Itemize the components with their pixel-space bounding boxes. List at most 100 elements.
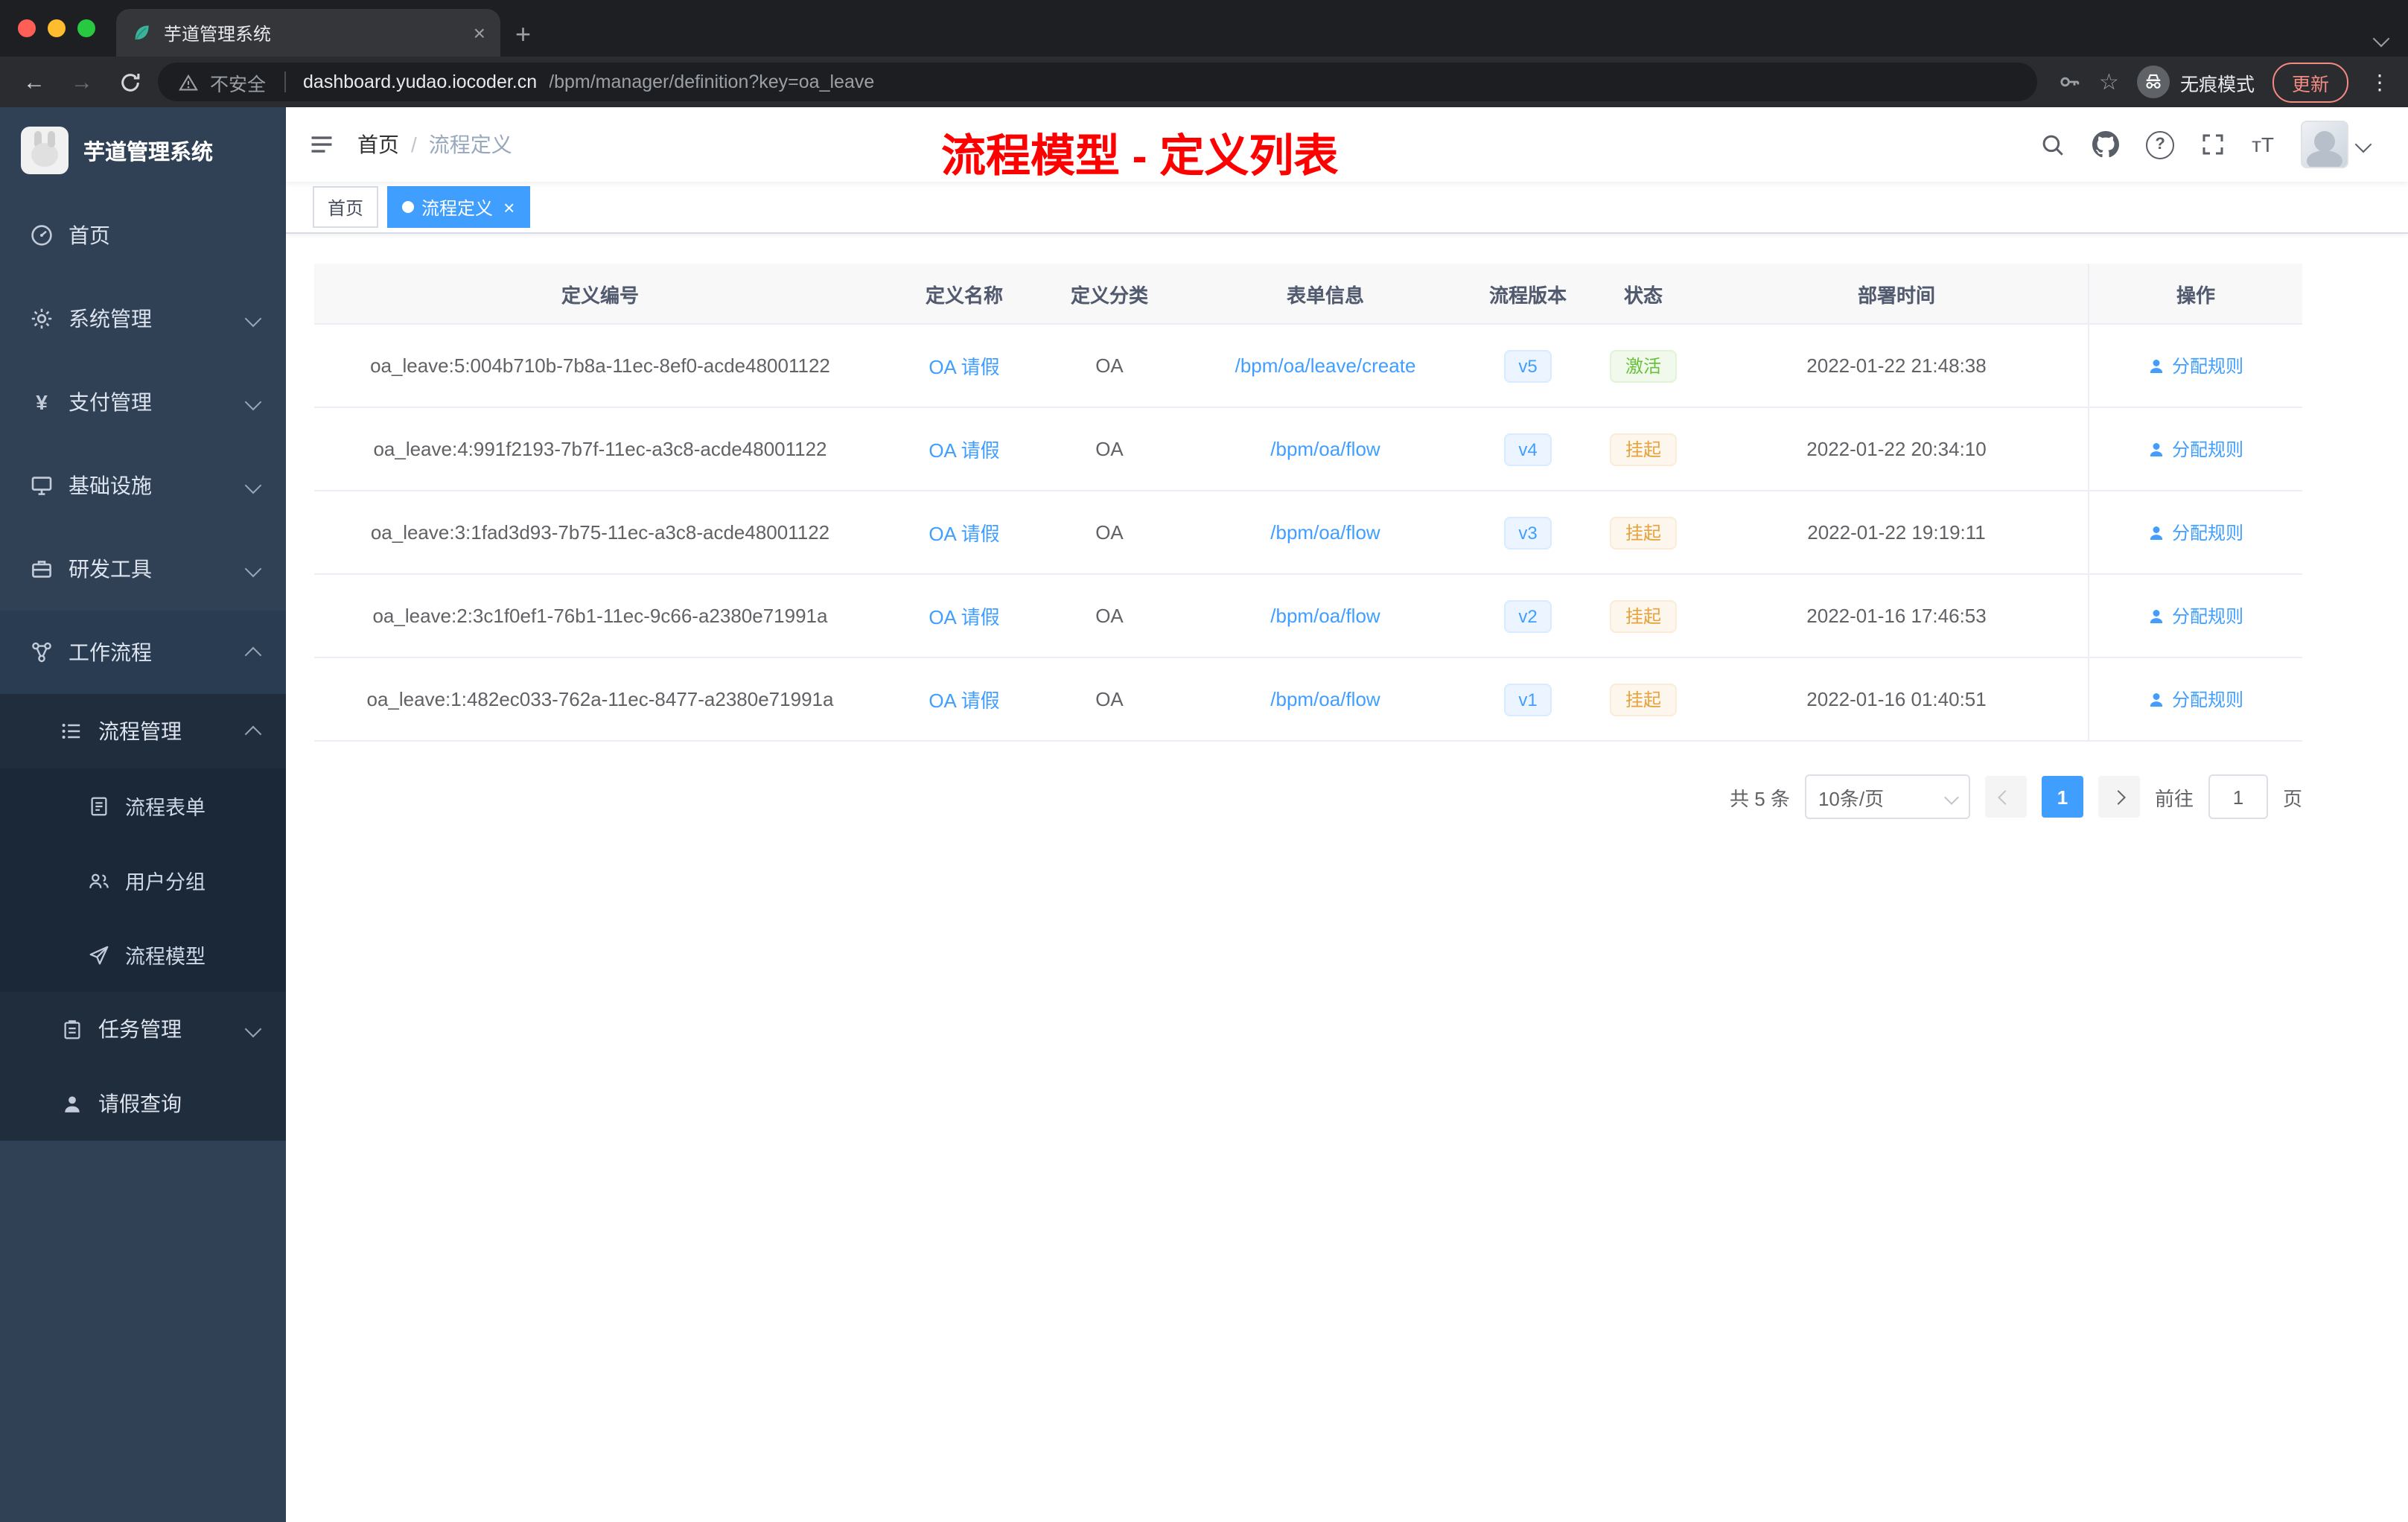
sidebar-item-label: 工作流程 xyxy=(69,640,152,664)
prev-page-button[interactable] xyxy=(1984,776,2027,818)
table-row: oa_leave:5:004b710b-7b8a-11ec-8ef0-acde4… xyxy=(314,325,2302,408)
cell-form-link[interactable]: /bpm/oa/flow xyxy=(1176,688,1474,710)
definition-table: 定义编号 定义名称 定义分类 表单信息 流程版本 状态 部署时间 操作 oa_l… xyxy=(314,264,2302,742)
cell-definition-id: oa_leave:2:3c1f0ef1-76b1-11ec-9c66-a2380… xyxy=(372,605,828,627)
assign-rule-button[interactable]: 分配规则 xyxy=(2148,603,2243,628)
cell-form-link[interactable]: /bpm/oa/flow xyxy=(1176,521,1474,544)
cell-category: OA xyxy=(1095,521,1124,544)
person-icon xyxy=(2150,442,2164,456)
sidebar-item-infra[interactable]: 基础设施 xyxy=(0,444,286,527)
sidebar-item-user-group[interactable]: 用户分组 xyxy=(0,843,286,917)
breadcrumb-home[interactable]: 首页 xyxy=(357,130,399,159)
cell-definition-name[interactable]: OA 请假 xyxy=(886,518,1042,547)
tag-close-icon[interactable]: × xyxy=(503,196,515,218)
cell-definition-name[interactable]: OA 请假 xyxy=(886,351,1042,380)
tag-home[interactable]: 首页 xyxy=(313,186,379,228)
zoom-window-button[interactable] xyxy=(77,19,95,37)
tab-strip: 芋道管理系统 × + xyxy=(0,0,2408,57)
breadcrumb-separator: / xyxy=(411,133,417,156)
sidebar-item-process-management[interactable]: 流程管理 xyxy=(0,694,286,768)
update-button[interactable]: 更新 xyxy=(2272,62,2348,102)
cell-definition-id: oa_leave:4:991f2193-7b7f-11ec-a3c8-acde4… xyxy=(373,438,827,460)
chevron-down-icon xyxy=(2354,136,2372,153)
cell-definition-id: oa_leave:3:1fad3d93-7b75-11ec-a3c8-acde4… xyxy=(370,521,830,544)
minimize-window-button[interactable] xyxy=(48,19,66,37)
hamburger-icon[interactable] xyxy=(286,131,357,158)
incognito-icon xyxy=(2136,66,2170,98)
key-icon[interactable] xyxy=(2057,70,2081,94)
chevron-right-icon xyxy=(2112,789,2127,804)
chevron-down-icon xyxy=(244,560,262,578)
cell-category: OA xyxy=(1095,438,1124,460)
page-number-button[interactable]: 1 xyxy=(2041,776,2083,818)
col-actions: 操作 xyxy=(2088,264,2302,323)
security-label: 不安全 xyxy=(210,74,267,95)
sidebar-item-process-form[interactable]: 流程表单 xyxy=(0,768,286,843)
sidebar-item-home[interactable]: 首页 xyxy=(0,194,286,277)
col-form-info: 表单信息 xyxy=(1286,284,1364,306)
chevron-left-icon xyxy=(1998,789,2013,804)
sidebar-item-payment[interactable]: ¥ 支付管理 xyxy=(0,360,286,444)
assign-rule-button[interactable]: 分配规则 xyxy=(2148,520,2243,545)
new-tab-button[interactable]: + xyxy=(515,19,531,51)
sidebar-item-system[interactable]: 系统管理 xyxy=(0,277,286,360)
assign-rule-button[interactable]: 分配规则 xyxy=(2148,687,2243,712)
sidebar-item-devtools[interactable]: 研发工具 xyxy=(0,527,286,611)
bookmark-star-icon[interactable]: ☆ xyxy=(2099,69,2119,95)
cell-form-link[interactable]: /bpm/oa/leave/create xyxy=(1176,354,1474,377)
assign-rule-button[interactable]: 分配规则 xyxy=(2148,353,2243,378)
yen-icon: ¥ xyxy=(36,390,48,414)
cell-deploy-time: 2022-01-16 01:40:51 xyxy=(1806,688,1987,710)
toolbar-right: ☆ 无痕模式 更新 ⋮ xyxy=(2045,62,2393,102)
send-icon xyxy=(86,943,110,967)
github-icon[interactable] xyxy=(2092,131,2120,158)
assign-rule-button[interactable]: 分配规则 xyxy=(2148,436,2243,462)
traffic-lights xyxy=(0,0,116,57)
person-icon xyxy=(2150,526,2164,539)
table-row: oa_leave:3:1fad3d93-7b75-11ec-a3c8-acde4… xyxy=(314,491,2302,575)
list-icon xyxy=(60,719,83,743)
sidebar-item-process-model[interactable]: 流程模型 xyxy=(0,917,286,992)
clipboard-icon xyxy=(60,1017,83,1041)
browser-menu-icon[interactable]: ⋮ xyxy=(2366,69,2393,95)
dashboard-icon xyxy=(30,223,54,247)
cell-definition-name[interactable]: OA 请假 xyxy=(886,685,1042,713)
sidebar-item-label: 流程表单 xyxy=(125,797,206,819)
back-icon[interactable]: ← xyxy=(15,69,54,95)
sidebar-item-leave-query[interactable]: 请假查询 xyxy=(0,1066,286,1141)
sidebar-item-task-management[interactable]: 任务管理 xyxy=(0,992,286,1066)
address-bar[interactable]: 不安全 dashboard.yudao.iocoder.cn/bpm/manag… xyxy=(158,63,2037,101)
version-tag: v2 xyxy=(1503,599,1552,632)
col-definition-id: 定义编号 xyxy=(561,284,639,306)
user-menu[interactable] xyxy=(2301,121,2372,168)
status-badge: 挂起 xyxy=(1610,433,1676,465)
cell-definition-name[interactable]: OA 请假 xyxy=(886,435,1042,463)
action-label: 分配规则 xyxy=(2171,439,2243,460)
reload-icon[interactable] xyxy=(110,71,149,93)
page-size-select[interactable]: 10条/页 xyxy=(1804,774,1970,819)
next-page-button[interactable] xyxy=(2098,776,2140,818)
goto-page-input[interactable] xyxy=(2208,774,2268,819)
text-size-icon[interactable]: тT xyxy=(2252,133,2274,156)
sidebar-item-workflow[interactable]: 工作流程 xyxy=(0,611,286,694)
browser-tab[interactable]: 芋道管理系统 × xyxy=(116,9,500,57)
tab-close-icon[interactable]: × xyxy=(474,21,485,45)
cell-form-link[interactable]: /bpm/oa/flow xyxy=(1176,438,1474,460)
cell-form-link[interactable]: /bpm/oa/flow xyxy=(1176,605,1474,627)
chevron-up-icon xyxy=(244,725,262,743)
close-window-button[interactable] xyxy=(18,19,36,37)
cell-deploy-time: 2022-01-16 17:46:53 xyxy=(1806,605,1987,627)
workflow-icon xyxy=(30,640,54,664)
cell-definition-name[interactable]: OA 请假 xyxy=(886,602,1042,630)
sidebar-item-label: 研发工具 xyxy=(69,557,152,581)
forward-icon[interactable]: → xyxy=(63,69,101,95)
help-icon[interactable]: ? xyxy=(2146,130,2175,159)
fullscreen-icon[interactable] xyxy=(2201,133,2225,156)
tab-title: 芋道管理系统 xyxy=(164,23,272,44)
sidebar-item-label: 支付管理 xyxy=(69,390,152,414)
tab-search-icon[interactable] xyxy=(2372,30,2390,48)
tag-process-definition[interactable]: 流程定义 × xyxy=(387,186,530,228)
search-icon[interactable] xyxy=(2040,132,2065,157)
table-row: oa_leave:2:3c1f0ef1-76b1-11ec-9c66-a2380… xyxy=(314,575,2302,658)
table-row: oa_leave:1:482ec033-762a-11ec-8477-a2380… xyxy=(314,658,2302,742)
